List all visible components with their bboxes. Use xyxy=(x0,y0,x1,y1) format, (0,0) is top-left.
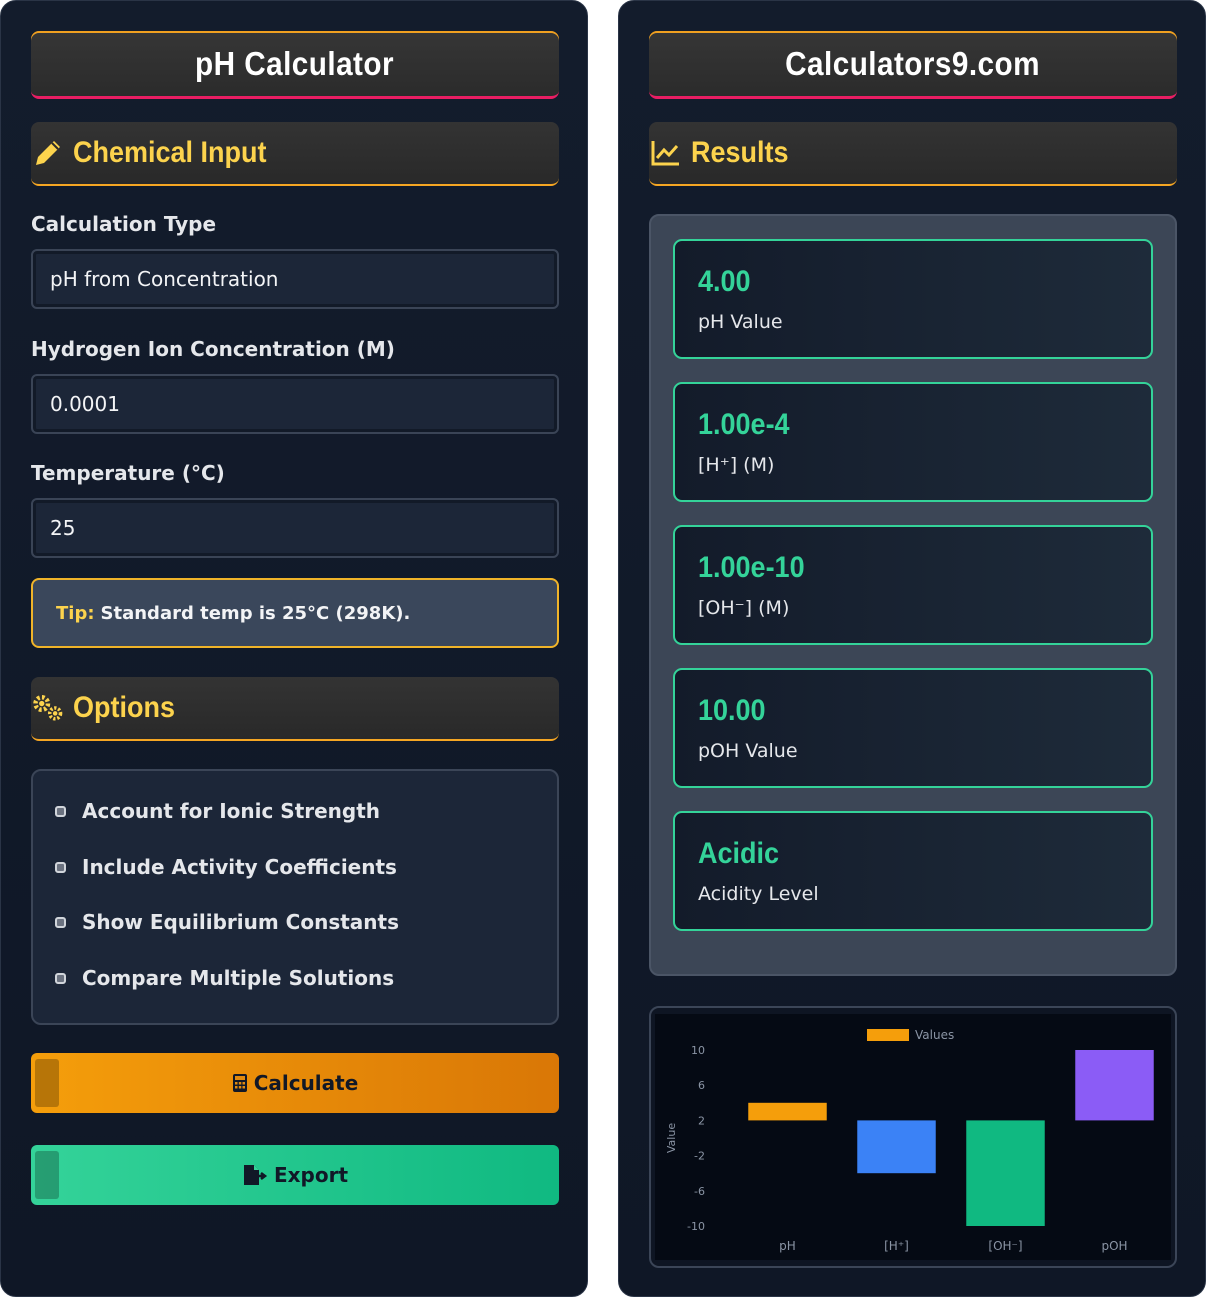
result-card-ph: 4.00 pH Value xyxy=(673,239,1153,359)
checkbox[interactable] xyxy=(55,972,66,984)
file-export-icon xyxy=(242,1164,268,1186)
temperature-input[interactable]: 25 xyxy=(31,498,559,558)
bar-chart-svg: 10 6 2 -2 -6 -10 Value Values pH [H⁺] [OH⁻] pOH xyxy=(655,1014,1171,1260)
chemical-input-header: Chemical Input xyxy=(31,122,559,186)
x-tick-label: pH xyxy=(779,1239,796,1253)
result-value: Acidic xyxy=(698,837,780,870)
result-label: [H⁺] (M) xyxy=(698,454,775,476)
result-value: 1.00e-10 xyxy=(698,551,805,584)
option-activity-coefficients[interactable]: Include Activity Coefficients xyxy=(55,855,397,879)
calculate-label: Calculate xyxy=(253,1071,359,1095)
checkbox[interactable] xyxy=(55,805,66,817)
gears-icon xyxy=(31,691,65,725)
y-tick-label: -10 xyxy=(687,1220,705,1233)
site-title: Calculators9.com xyxy=(785,44,1041,82)
option-equilibrium-constants[interactable]: Show Equilibrium Constants xyxy=(55,910,399,934)
option-label: Include Activity Coefficients xyxy=(82,855,397,879)
option-label: Compare Multiple Solutions xyxy=(82,966,395,990)
legend-label: Values xyxy=(915,1028,954,1042)
section-title: Results xyxy=(691,136,789,169)
calculator-panel: pH Calculator Chemical Input Calculation… xyxy=(0,0,588,1297)
result-card-oh-concentration: 1.00e-10 [OH⁻] (M) xyxy=(673,525,1153,645)
tip-text: Standard temp is 25°C (298K). xyxy=(100,602,411,624)
concentration-label: Hydrogen Ion Concentration (M) xyxy=(31,337,395,361)
y-tick-label: 6 xyxy=(698,1079,705,1092)
result-card-poh: 10.00 pOH Value xyxy=(673,668,1153,788)
results-header: Results xyxy=(649,122,1177,186)
x-tick-label: [OH⁻] xyxy=(988,1239,1022,1253)
result-value: 10.00 xyxy=(698,694,766,727)
bar-2 xyxy=(966,1120,1045,1226)
section-title: Chemical Input xyxy=(73,136,267,169)
section-title: Options xyxy=(73,691,175,724)
page-title: pH Calculator xyxy=(195,44,395,82)
result-value: 4.00 xyxy=(698,265,751,298)
calculator-title-bar: pH Calculator xyxy=(31,31,559,99)
legend-swatch xyxy=(867,1029,909,1041)
option-label: Show Equilibrium Constants xyxy=(82,910,400,934)
result-card-acidity: Acidic Acidity Level xyxy=(673,811,1153,931)
checkbox[interactable] xyxy=(55,861,66,873)
option-compare-solutions[interactable]: Compare Multiple Solutions xyxy=(55,966,394,990)
x-tick-label: [H⁺] xyxy=(884,1239,909,1253)
calculator-icon xyxy=(232,1073,248,1093)
tip-key: Tip: xyxy=(56,602,95,624)
concentration-input[interactable]: 0.0001 xyxy=(31,374,559,434)
values-chart: 10 6 2 -2 -6 -10 Value Values pH [H⁺] [OH⁻] pOH xyxy=(649,1006,1177,1268)
line-chart-icon xyxy=(649,136,683,170)
site-title-bar: Calculators9.com xyxy=(649,31,1177,99)
calculate-button[interactable]: Calculate xyxy=(31,1053,559,1113)
calc-type-label: Calculation Type xyxy=(31,212,217,236)
result-label: Acidity Level xyxy=(698,883,819,905)
y-tick-label: 2 xyxy=(698,1114,705,1127)
export-button[interactable]: Export xyxy=(31,1145,559,1205)
result-label: [OH⁻] (M) xyxy=(698,597,790,619)
button-accent xyxy=(35,1059,59,1107)
tip-box: Tip: Standard temp is 25°C (298K). xyxy=(31,578,559,648)
checkbox[interactable] xyxy=(55,916,66,928)
options-list: Account for Ionic Strength Include Activ… xyxy=(31,769,559,1025)
result-label: pOH Value xyxy=(698,740,798,762)
result-value: 1.00e-4 xyxy=(698,408,790,441)
bar-3 xyxy=(1075,1050,1154,1121)
button-accent xyxy=(35,1151,59,1199)
y-axis-label: Value xyxy=(665,1123,678,1153)
y-tick-label: -6 xyxy=(694,1185,705,1198)
temperature-label: Temperature (°C) xyxy=(31,461,225,485)
export-label: Export xyxy=(273,1163,349,1187)
bar-0 xyxy=(748,1102,827,1121)
options-header: Options xyxy=(31,677,559,741)
result-card-h-concentration: 1.00e-4 [H⁺] (M) xyxy=(673,382,1153,502)
pencil-icon xyxy=(31,136,65,170)
y-tick-label: 10 xyxy=(691,1044,705,1057)
option-label: Account for Ionic Strength xyxy=(82,799,381,823)
calc-type-select[interactable]: pH from Concentration xyxy=(31,249,559,309)
bar-1 xyxy=(857,1120,936,1174)
result-label: pH Value xyxy=(698,311,783,333)
results-list: 4.00 pH Value 1.00e-4 [H⁺] (M) 1.00e-10 … xyxy=(649,214,1177,976)
option-ionic-strength[interactable]: Account for Ionic Strength xyxy=(55,799,380,823)
x-tick-label: pOH xyxy=(1101,1239,1127,1253)
y-tick-label: -2 xyxy=(694,1150,705,1163)
results-panel: Calculators9.com Results 4.00 pH Value 1… xyxy=(618,0,1206,1297)
